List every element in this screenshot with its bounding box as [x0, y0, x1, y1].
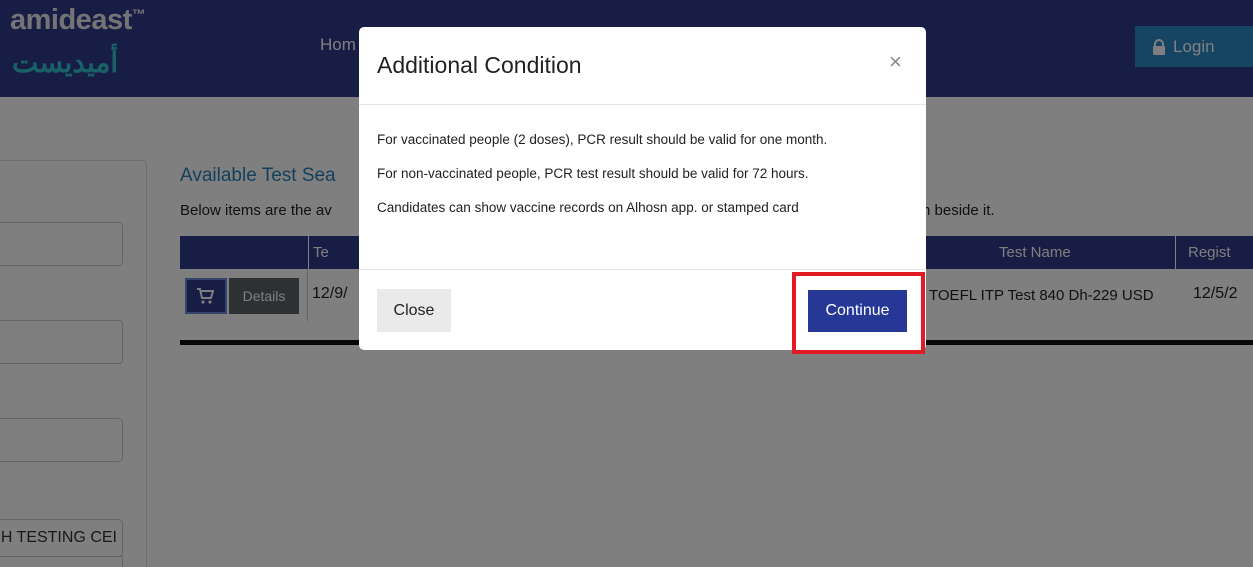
dialog-footer-divider — [359, 269, 926, 270]
dialog-title: Additional Condition — [377, 52, 582, 78]
close-button[interactable]: Close — [377, 289, 451, 332]
condition-line-vaccinated: For vaccinated people (2 doses), PCR res… — [377, 132, 828, 147]
dialog-header-divider — [359, 104, 926, 105]
close-icon[interactable]: × — [889, 49, 902, 75]
continue-highlight-box — [792, 272, 925, 354]
condition-line-records: Candidates can show vaccine records on A… — [377, 200, 799, 215]
condition-line-non-vaccinated: For non-vaccinated people, PCR test resu… — [377, 166, 809, 181]
